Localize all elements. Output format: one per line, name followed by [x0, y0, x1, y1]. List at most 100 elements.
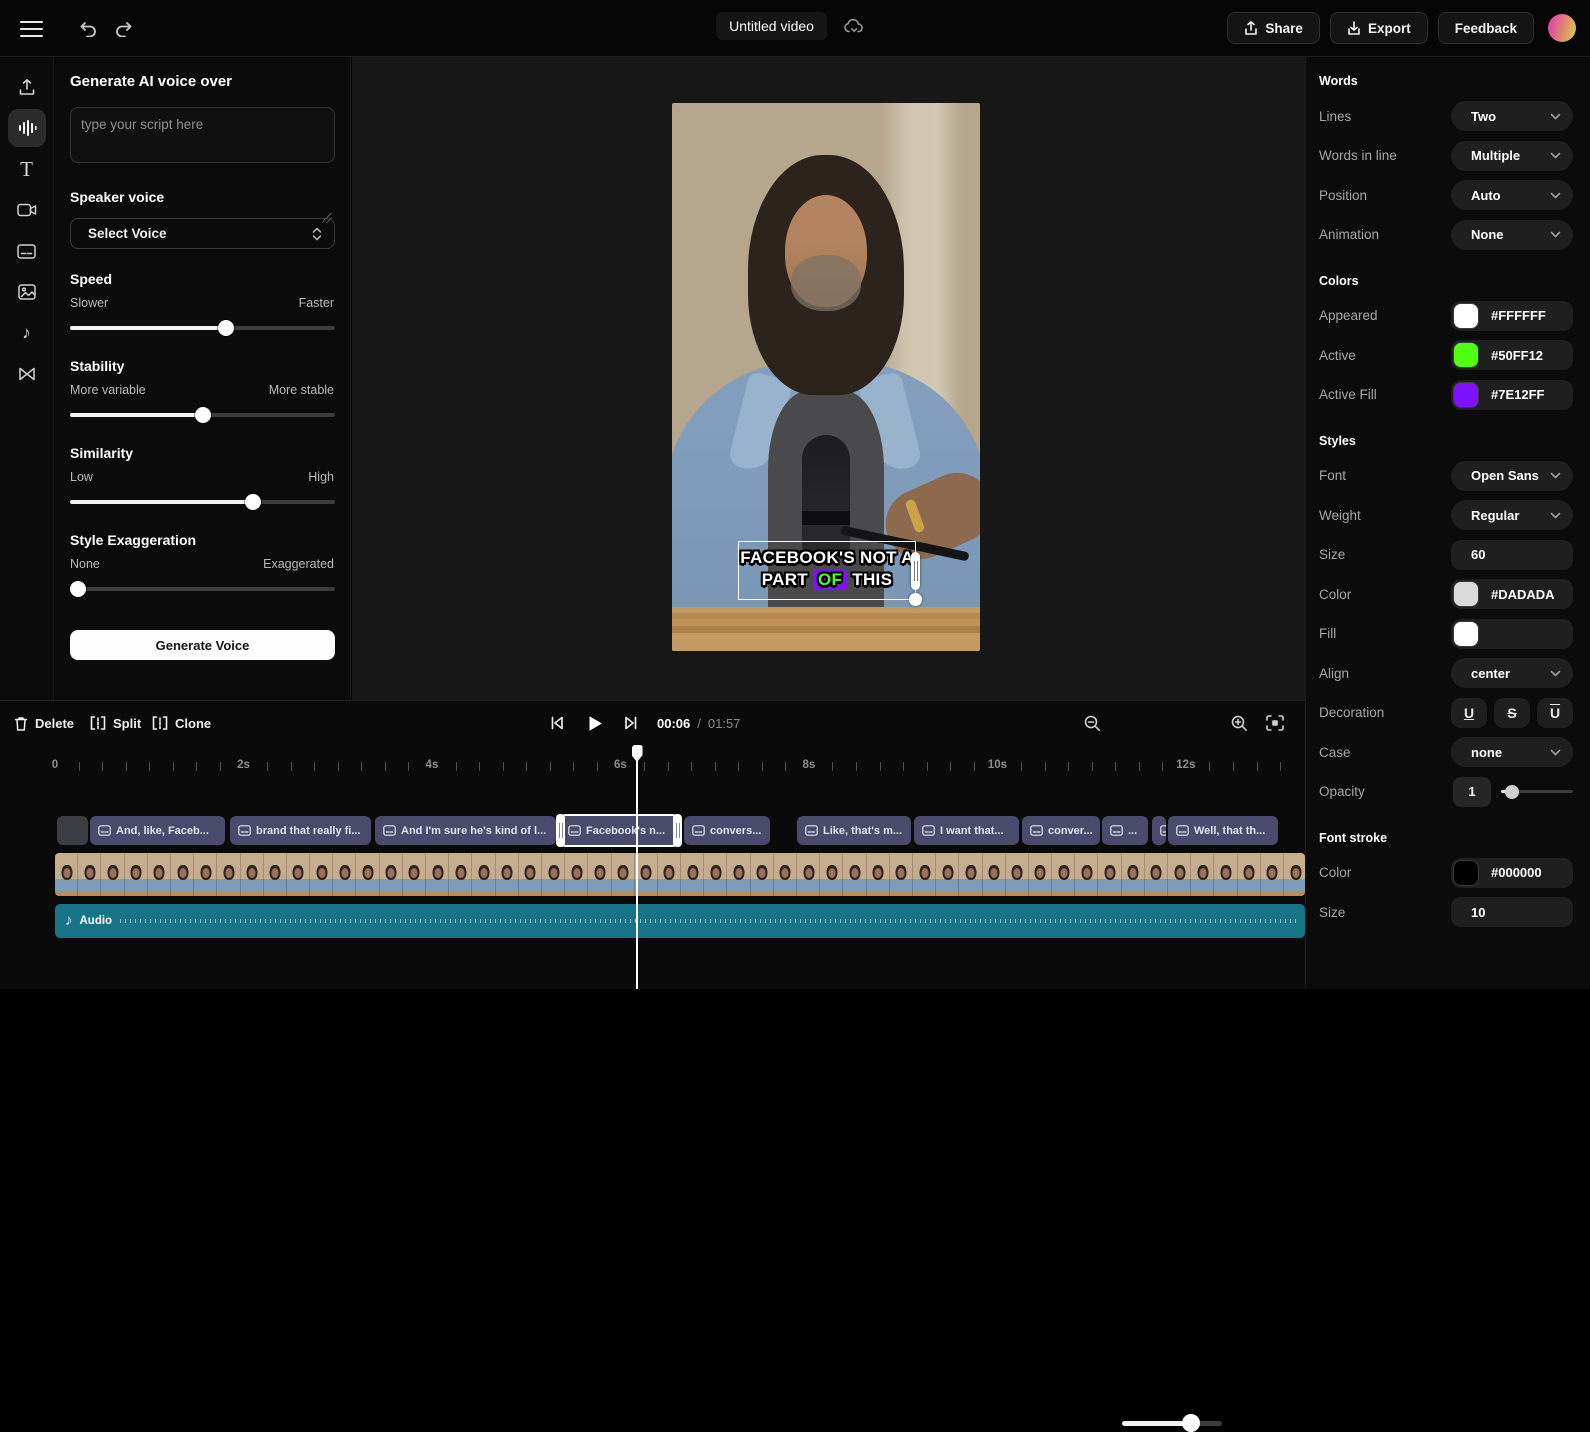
video-thumbnail	[681, 853, 704, 896]
underline-button[interactable]: U	[1451, 698, 1487, 728]
slider-knob[interactable]	[195, 407, 211, 423]
weight-dropdown[interactable]: Regular	[1451, 500, 1573, 530]
similarity-slider[interactable]	[70, 494, 335, 510]
color-color-picker[interactable]: #DADADA	[1451, 579, 1573, 609]
video-thumbnail	[55, 853, 78, 896]
feedback-button[interactable]: Feedback	[1438, 12, 1534, 44]
trim-handle-right[interactable]	[673, 814, 682, 847]
avatar[interactable]	[1548, 14, 1576, 42]
script-input[interactable]	[70, 107, 335, 163]
caption-clip[interactable]: And I'm sure he's kind of l...	[375, 816, 556, 845]
slider-knob[interactable]	[1505, 785, 1519, 799]
strikethrough-button[interactable]: S	[1494, 698, 1530, 728]
caption-clip[interactable]: ...	[1102, 816, 1148, 845]
row-label: Size	[1319, 905, 1345, 920]
play-button[interactable]	[588, 701, 603, 745]
lines-dropdown[interactable]: Two	[1451, 101, 1573, 131]
generate-voice-button[interactable]: Generate Voice	[70, 630, 335, 660]
fit-timeline-icon[interactable]	[1266, 701, 1284, 745]
upload-icon[interactable]	[8, 68, 46, 106]
color-swatch[interactable]	[1453, 621, 1479, 647]
zoom-in-icon[interactable]	[1231, 701, 1248, 745]
animation-dropdown[interactable]: None	[1451, 220, 1573, 250]
active-color-picker[interactable]: #50FF12	[1451, 340, 1573, 370]
speed-slider[interactable]	[70, 320, 335, 336]
clip-fragment[interactable]	[57, 816, 88, 845]
delete-button[interactable]: Delete	[14, 701, 74, 745]
color-swatch[interactable]	[1453, 581, 1479, 607]
slider-knob[interactable]	[70, 581, 86, 597]
ruler-label: 12s	[1176, 759, 1195, 771]
caption-selection-box[interactable]: FACEBOOK'S NOT A PART OF THIS	[738, 541, 916, 600]
section-font-stroke: Font strokeColor#000000Size10	[1319, 831, 1573, 928]
media-icon[interactable]	[8, 273, 46, 311]
caption-clip[interactable]: conver...	[1022, 816, 1100, 845]
video-track[interactable]	[55, 853, 1305, 896]
fill-color-picker[interactable]	[1451, 619, 1573, 649]
position-dropdown[interactable]: Auto	[1451, 180, 1573, 210]
row-label: Size	[1319, 547, 1345, 562]
case-dropdown[interactable]: none	[1451, 737, 1573, 767]
size-input[interactable]: 60	[1451, 540, 1573, 570]
color-swatch[interactable]	[1453, 342, 1479, 368]
caption-clip[interactable]: Like, that's m...	[797, 816, 911, 845]
active-fill-color-picker[interactable]: #7E12FF	[1451, 380, 1573, 410]
zoom-out-icon[interactable]	[1084, 701, 1101, 745]
clone-button[interactable]: Clone	[152, 701, 211, 745]
caption-clip[interactable]	[1152, 816, 1166, 845]
export-button[interactable]: Export	[1330, 12, 1428, 44]
undo-icon[interactable]	[74, 15, 102, 43]
slider-knob[interactable]	[245, 494, 261, 510]
color-swatch[interactable]	[1453, 382, 1479, 408]
menu-icon[interactable]	[20, 21, 43, 37]
stability-slider[interactable]	[70, 407, 335, 423]
transitions-icon[interactable]	[8, 355, 46, 393]
audio-track[interactable]: ♪ Audio	[55, 904, 1305, 938]
caption-clip[interactable]: brand that really fi...	[230, 816, 371, 845]
align-dropdown[interactable]: center	[1451, 658, 1573, 688]
caption-clip[interactable]: Facebook's n...	[560, 816, 678, 845]
captions-icon[interactable]	[8, 232, 46, 270]
color-swatch[interactable]	[1453, 303, 1479, 329]
color-swatch[interactable]	[1453, 860, 1479, 886]
skip-end-button[interactable]	[623, 701, 639, 745]
voice-select[interactable]: Select Voice	[70, 218, 335, 249]
trim-handle-left[interactable]	[556, 814, 565, 847]
video-icon[interactable]	[8, 191, 46, 229]
row-label: Lines	[1319, 109, 1351, 124]
timeline[interactable]: 02s4s6s8s10s12s And, like, Faceb...brand…	[0, 744, 1305, 989]
words-in-line-dropdown[interactable]: Multiple	[1451, 141, 1573, 171]
caption-clip[interactable]: convers...	[684, 816, 770, 845]
ruler-label: 8s	[803, 759, 816, 771]
redo-icon[interactable]	[109, 15, 137, 43]
project-title[interactable]: Untitled video	[716, 12, 827, 40]
opacity-slider[interactable]	[1501, 785, 1573, 799]
caption-clip[interactable]: And, like, Faceb...	[90, 816, 225, 845]
playhead-handle[interactable]	[632, 745, 643, 762]
captions-icon	[692, 825, 705, 836]
ai-voiceover-icon[interactable]	[8, 109, 46, 147]
font-dropdown[interactable]: Open Sans	[1451, 461, 1573, 491]
style-exaggeration-slider[interactable]	[70, 581, 335, 597]
audio-icon[interactable]: ♪	[8, 314, 46, 352]
video-preview[interactable]: FACEBOOK'S NOT A PART OF THIS	[672, 103, 980, 651]
share-button[interactable]: Share	[1227, 12, 1320, 44]
slider-knob[interactable]	[218, 320, 234, 336]
opacity-value[interactable]: 1	[1453, 777, 1491, 807]
appeared-color-picker[interactable]: #FFFFFF	[1451, 301, 1573, 331]
size-input[interactable]: 10	[1451, 897, 1573, 927]
timeline-zoom-slider[interactable]	[1122, 1416, 1222, 1430]
playhead[interactable]	[636, 746, 638, 989]
color-color-picker[interactable]: #000000	[1451, 858, 1573, 888]
text-icon[interactable]: T	[8, 150, 46, 188]
overline-button[interactable]: U	[1537, 698, 1573, 728]
row-weight: WeightRegular	[1319, 500, 1573, 530]
caption-scale-handle[interactable]	[909, 593, 922, 606]
caption-resize-handle[interactable]	[911, 552, 920, 590]
video-thumbnail	[356, 853, 379, 896]
skip-start-button[interactable]	[549, 701, 565, 745]
split-button[interactable]: Split	[90, 701, 141, 745]
caption-clip[interactable]: I want that...	[914, 816, 1019, 845]
row-label: Active	[1319, 348, 1356, 363]
caption-clip[interactable]: Well, that th...	[1168, 816, 1278, 845]
